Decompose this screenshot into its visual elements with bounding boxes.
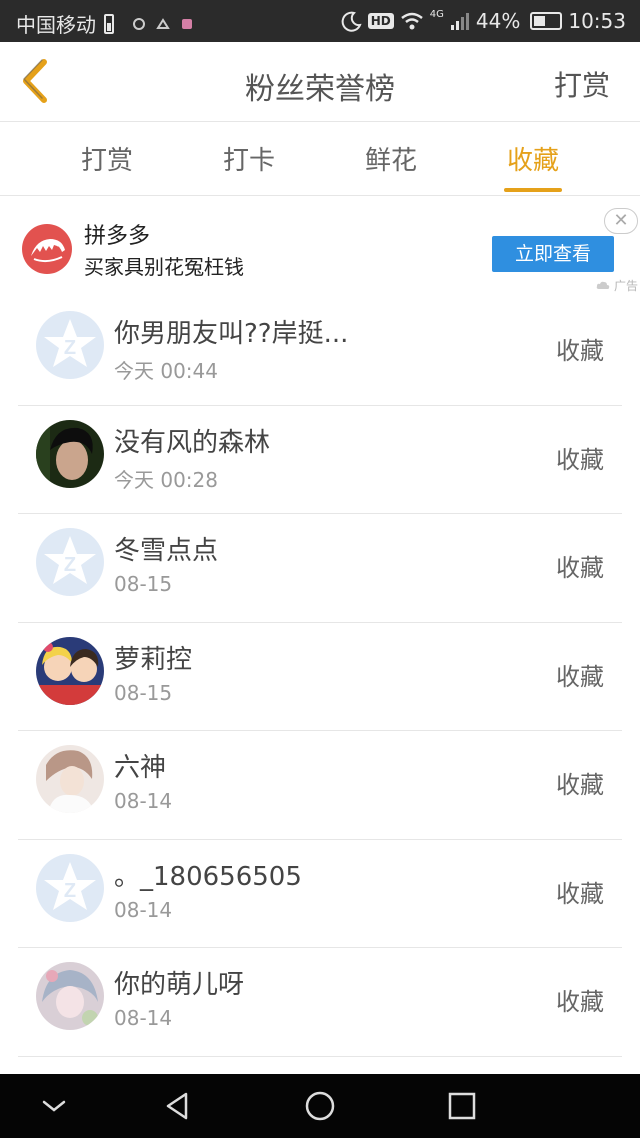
action-label: 收藏	[556, 554, 604, 582]
carrier-label: 中国移动	[16, 13, 96, 37]
battery-percent: 44%	[475, 9, 521, 33]
avatar[interactable]	[36, 962, 104, 1030]
action-label: 收藏	[556, 988, 604, 1016]
ad-close-button[interactable]: ✕	[604, 208, 638, 234]
user-name: 。_180656505	[114, 861, 302, 892]
ad-title: 拼多多	[84, 224, 151, 249]
ad-tag: 广告	[596, 277, 638, 294]
tab-favorites[interactable]: 收藏	[462, 140, 604, 177]
avatar[interactable]	[36, 745, 104, 813]
timestamp: 08-14	[114, 789, 173, 813]
photo-avatar-icon	[36, 745, 104, 813]
network-type-label: 4G	[429, 9, 444, 20]
user-name: 冬雪点点	[114, 536, 219, 566]
tab-bar: 打赏 打卡 鲜花 收藏	[0, 122, 640, 196]
tab-checkin[interactable]: 打卡	[178, 140, 320, 177]
ad-view-button[interactable]: 立即查看	[492, 236, 614, 272]
list-item[interactable]: 六神 08-14 收藏	[0, 731, 640, 840]
timestamp: 今天 00:44	[114, 359, 218, 383]
tab-flowers[interactable]: 鲜花	[320, 140, 462, 177]
list-item[interactable]: 萝莉控 08-15 收藏	[0, 623, 640, 732]
action-label: 收藏	[556, 662, 604, 691]
ad-banner[interactable]: 拼多多 买家具别花冤枉钱 立即查看 ✕ 广告	[0, 197, 640, 297]
svg-text:Z: Z	[64, 554, 76, 576]
cloud-icon	[596, 281, 610, 289]
back-triangle-icon[interactable]	[160, 1088, 196, 1124]
avatar[interactable]: Z	[36, 311, 104, 379]
tab-reward[interactable]: 打赏	[36, 140, 178, 177]
action-label: 收藏	[556, 879, 604, 908]
list-item[interactable]: 你的萌儿呀 08-14 收藏	[0, 948, 640, 1057]
list-item[interactable]: 没有风的森林 今天 00:28 收藏	[0, 406, 640, 515]
svg-text:Z: Z	[64, 880, 76, 902]
action-label: 收藏	[556, 337, 604, 365]
list-item[interactable]: Z 冬雪点点 08-15 收藏	[0, 514, 640, 623]
timestamp: 08-14	[114, 1006, 173, 1030]
default-avatar-icon: Z	[36, 853, 104, 922]
status-bar: 中国移动 HD 4G 44% 10:53	[0, 0, 640, 42]
user-name: 你男朋友叫??岸挺...	[114, 319, 349, 349]
timestamp: 08-15	[114, 680, 173, 705]
user-name: 你的萌儿呀	[114, 970, 245, 1000]
recents-square-icon[interactable]	[444, 1088, 480, 1124]
action-label: 收藏	[556, 771, 604, 799]
avatar[interactable]	[36, 419, 104, 488]
notification-icon	[133, 17, 145, 30]
list-item[interactable]: Z 。_180656505 08-14 收藏	[0, 840, 640, 949]
system-nav-bar	[0, 1074, 640, 1138]
avatar[interactable]: Z	[36, 528, 104, 596]
timestamp: 今天 00:28	[114, 467, 218, 492]
user-name: 六神	[114, 753, 167, 783]
moon-icon	[341, 11, 362, 32]
timestamp: 08-15	[114, 572, 173, 596]
active-tab-indicator	[504, 188, 562, 192]
clock: 10:53	[568, 9, 626, 33]
home-circle-icon[interactable]	[302, 1088, 338, 1124]
svg-text:Z: Z	[64, 337, 76, 359]
anime-avatar-icon	[36, 962, 104, 1030]
user-name: 萝莉控	[114, 644, 193, 675]
ad-tag-label: 广告	[613, 279, 638, 293]
hd-badge: HD	[367, 13, 394, 29]
action-label: 收藏	[556, 445, 604, 474]
ad-description: 买家具别花冤枉钱	[84, 255, 244, 279]
list-item[interactable]: Z 你男朋友叫??岸挺... 今天 00:44 收藏	[0, 297, 640, 406]
avatar[interactable]	[36, 636, 104, 705]
default-avatar-icon: Z	[36, 311, 104, 379]
notification-icon	[156, 17, 170, 29]
photo-avatar-icon	[36, 419, 104, 488]
ad-logo-icon	[22, 224, 72, 274]
avatar[interactable]: Z	[36, 853, 104, 922]
default-avatar-icon: Z	[36, 528, 104, 596]
notification-icon	[182, 18, 192, 29]
timestamp: 08-14	[114, 897, 173, 922]
fan-list: Z 你男朋友叫??岸挺... 今天 00:44 收藏 没有风的森林 今天 00:…	[0, 297, 640, 1057]
chevron-down-icon[interactable]	[36, 1088, 72, 1124]
anime-avatar-icon	[36, 636, 104, 705]
user-name: 没有风的森林	[114, 427, 271, 458]
battery-icon	[530, 12, 563, 30]
wifi-icon	[401, 12, 423, 30]
signal-icon	[450, 13, 469, 30]
reward-button[interactable]: 打赏	[554, 64, 610, 104]
sim-icon	[104, 13, 114, 34]
page-title: 粉丝荣誉榜	[245, 72, 395, 107]
app-header: 粉丝荣誉榜 打赏	[0, 42, 640, 122]
